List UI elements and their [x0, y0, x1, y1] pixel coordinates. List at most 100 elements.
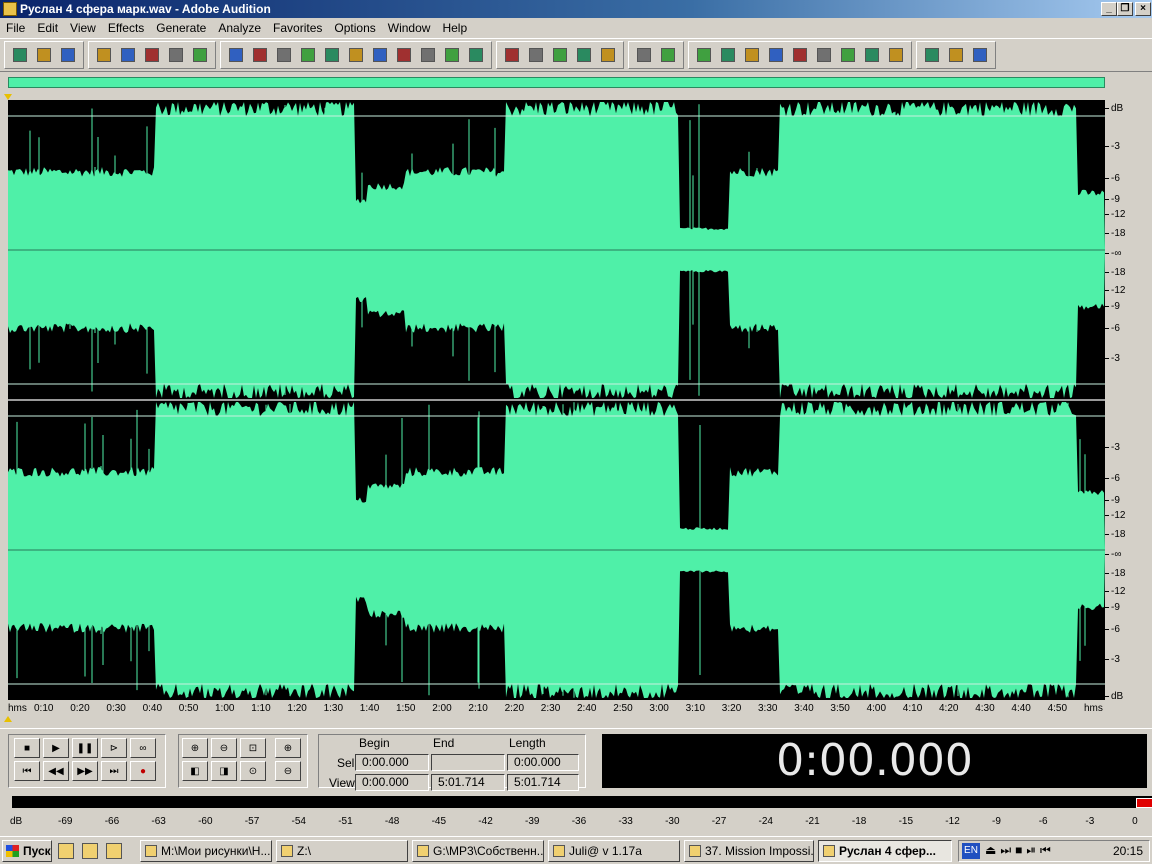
level-panel-button[interactable] [861, 44, 883, 66]
save-button[interactable] [141, 44, 163, 66]
mix-paste-button[interactable] [369, 44, 391, 66]
view-end-field[interactable]: 5:01.714 [431, 774, 505, 791]
analyze-button[interactable] [441, 44, 463, 66]
overview-bar[interactable] [8, 77, 1105, 88]
settings-button[interactable] [921, 44, 943, 66]
zoom-full-button[interactable]: ⊡ [240, 738, 266, 758]
cd-button[interactable] [57, 44, 79, 66]
menu-analyze[interactable]: Analyze [212, 18, 267, 38]
loop-button[interactable] [465, 44, 487, 66]
play-button[interactable]: ▶ [43, 738, 69, 758]
clock[interactable]: 20:15 [1113, 841, 1143, 861]
effects-panel-button[interactable] [717, 44, 739, 66]
time-ruler[interactable]: hms hms 0:10 0:20 0:30 0:40 0:50 1:00 1:10 1:20… [0, 700, 1105, 718]
taskbar-button[interactable]: Juli@ v 1.17a [548, 840, 680, 862]
sel-end-field[interactable] [431, 754, 505, 771]
menu-options[interactable]: Options [328, 18, 381, 38]
taskbar-button[interactable]: Z:\ [276, 840, 408, 862]
cut-button[interactable] [273, 44, 295, 66]
file-panel-button[interactable] [693, 44, 715, 66]
menu-favorites[interactable]: Favorites [267, 18, 328, 38]
restore-button[interactable]: ❐ [1117, 2, 1133, 16]
close-file-button[interactable] [189, 44, 211, 66]
status-panel-button[interactable] [885, 44, 907, 66]
tile-button[interactable] [573, 44, 595, 66]
redo-button[interactable] [249, 44, 271, 66]
select-button[interactable] [657, 44, 679, 66]
minimize-button[interactable]: _ [1101, 2, 1117, 16]
menu-effects[interactable]: Effects [102, 18, 150, 38]
top-db-label: -6 [1111, 173, 1120, 184]
record-button[interactable]: ● [130, 761, 156, 781]
pause-button[interactable]: ❚❚ [72, 738, 98, 758]
zoom-out-vertical-button[interactable]: ⊖ [275, 761, 301, 781]
undo-button[interactable] [225, 44, 247, 66]
zoom-right-button[interactable]: ◨ [211, 761, 237, 781]
menu-help[interactable]: Help [436, 18, 473, 38]
snap-button[interactable] [525, 44, 547, 66]
zoom-in-vertical-button[interactable]: ⊕ [275, 738, 301, 758]
multitrack-button[interactable] [33, 44, 55, 66]
language-indicator[interactable]: EN [962, 843, 980, 859]
zoom-left-button[interactable]: ◧ [182, 761, 208, 781]
loop-play-button[interactable]: ∞ [130, 738, 156, 758]
taskbar-button[interactable]: Руслан 4 сфер... [818, 840, 952, 862]
cascade-button[interactable] [597, 44, 619, 66]
new-file-button[interactable] [93, 44, 115, 66]
save-as-button[interactable] [165, 44, 187, 66]
menu-window[interactable]: Window [382, 18, 437, 38]
media-player-icon[interactable] [82, 843, 98, 859]
ruler-label: 3:10 [685, 703, 706, 714]
menu-view[interactable]: View [64, 18, 102, 38]
start-button[interactable]: Пуск [2, 840, 52, 862]
stop-button[interactable]: ■ [14, 738, 40, 758]
effects-button[interactable] [417, 44, 439, 66]
clip-indicator[interactable] [1136, 798, 1152, 808]
taskbar-button[interactable]: M:\Мои рисунки\Н... [140, 840, 272, 862]
menu-generate[interactable]: Generate [150, 18, 212, 38]
view-begin-field[interactable]: 0:00.000 [355, 774, 429, 791]
paste-button[interactable] [321, 44, 343, 66]
zoom-panel-button[interactable] [789, 44, 811, 66]
menu-edit[interactable]: Edit [31, 18, 64, 38]
waveform-display[interactable] [8, 100, 1105, 700]
task-icon [281, 845, 293, 857]
menu-file[interactable]: File [0, 18, 31, 38]
zoom-out-horizontal-button[interactable]: ⊖ [211, 738, 237, 758]
waveform-button[interactable] [9, 44, 31, 66]
trim-button[interactable] [345, 44, 367, 66]
taskbar-button[interactable]: G:\MP3\Собственн... [412, 840, 544, 862]
sel-length-field[interactable]: 0:00.000 [507, 754, 579, 771]
transport-panel-button[interactable] [765, 44, 787, 66]
sel-begin-field[interactable]: 0:00.000 [355, 754, 429, 771]
meter-label: -12 [945, 816, 960, 827]
view-length-field[interactable]: 5:01.714 [507, 774, 579, 791]
cursor-button[interactable] [633, 44, 655, 66]
task-icon [823, 845, 835, 857]
rewind-button[interactable]: ◀◀ [43, 761, 69, 781]
waveform-channel-1-upper [8, 102, 1105, 250]
zoom-in-horizontal-button[interactable]: ⊕ [182, 738, 208, 758]
favorites-panel-button[interactable] [741, 44, 763, 66]
go-to-end-button[interactable]: ⏭ [101, 761, 127, 781]
zoom-selection-button[interactable]: ⊙ [240, 761, 266, 781]
desktop-icon[interactable] [58, 843, 74, 859]
grid-button[interactable] [549, 44, 571, 66]
play-to-end-button[interactable]: ⊳ [101, 738, 127, 758]
ruler-label: 2:10 [468, 703, 488, 714]
media-controls[interactable]: ⏏⏭■⏯⏮ [985, 843, 1055, 858]
launch-icon[interactable] [106, 843, 122, 859]
taskbar-button[interactable]: 37. Mission Impossi... [684, 840, 814, 862]
copy-button[interactable] [297, 44, 319, 66]
selection-panel-button[interactable] [837, 44, 859, 66]
envelope-button[interactable] [501, 44, 523, 66]
notes-button[interactable] [945, 44, 967, 66]
fast-forward-button[interactable]: ▶▶ [72, 761, 98, 781]
help-button[interactable] [969, 44, 991, 66]
open-file-button[interactable] [117, 44, 139, 66]
task-label: G:\MP3\Собственн... [433, 844, 544, 858]
time-panel-button[interactable] [813, 44, 835, 66]
close-button[interactable]: × [1135, 2, 1151, 16]
go-to-start-button[interactable]: ⏮ [14, 761, 40, 781]
markers-button[interactable] [393, 44, 415, 66]
